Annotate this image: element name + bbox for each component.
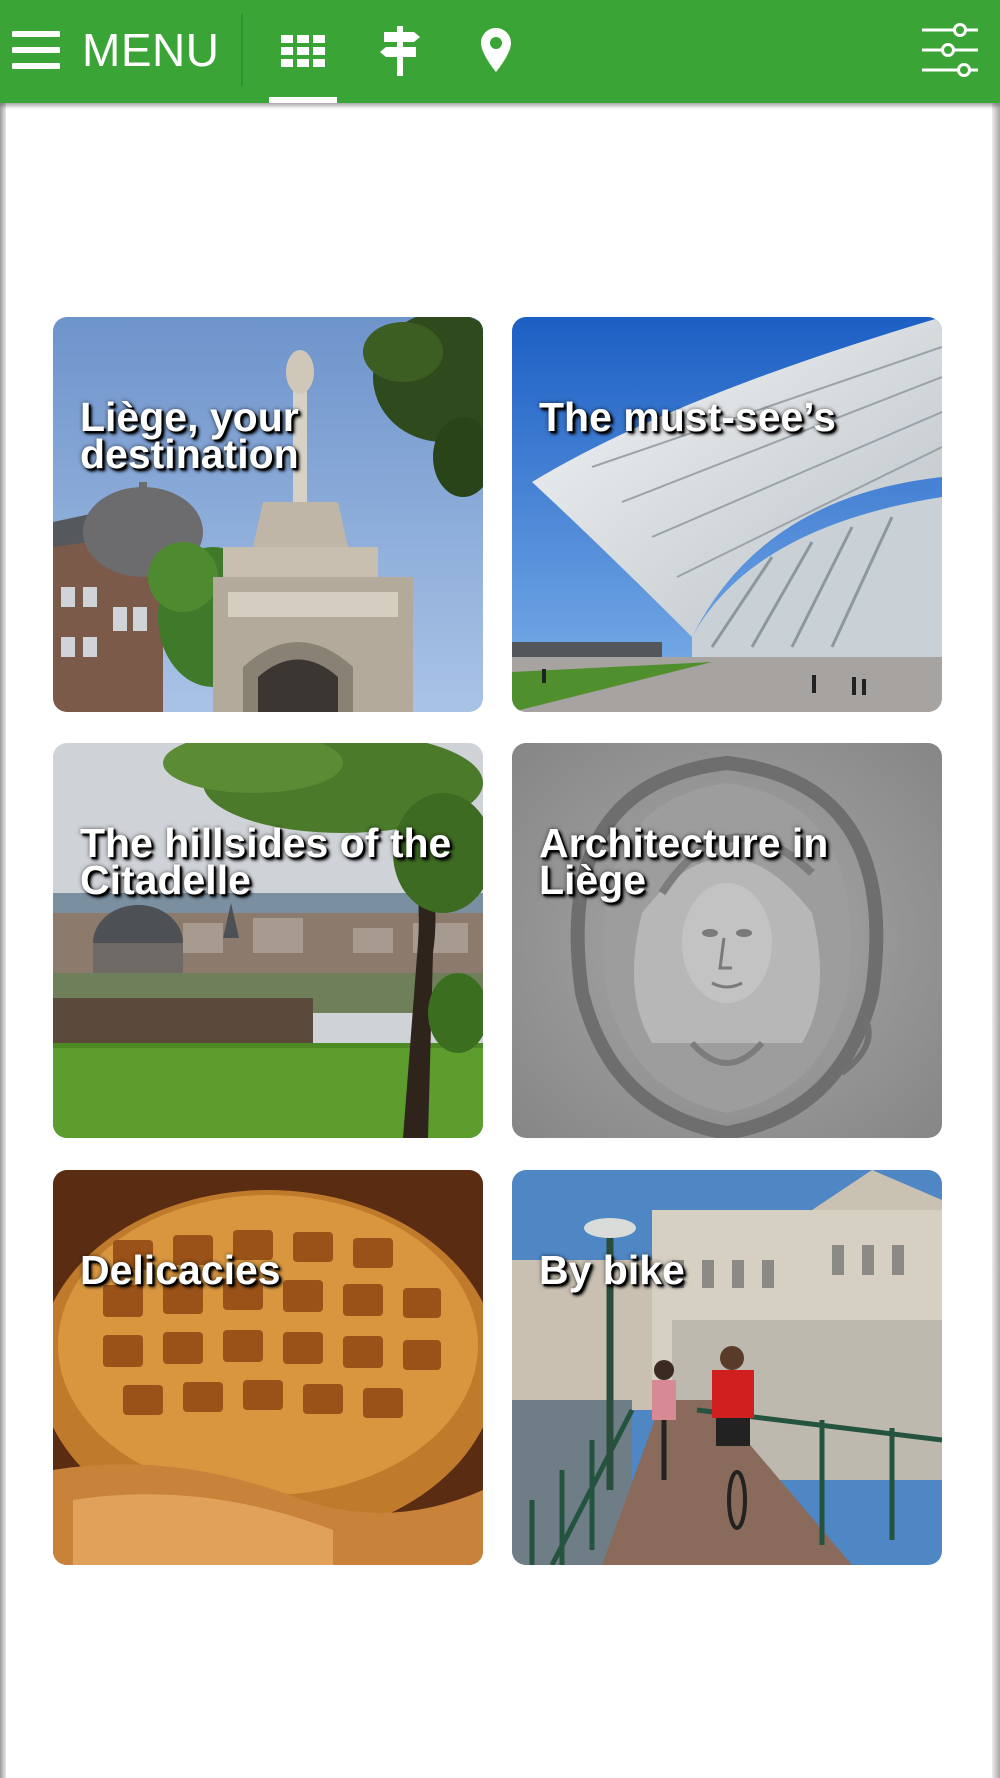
tile-title: By bike (539, 1247, 685, 1293)
filter-button[interactable] (920, 22, 980, 78)
hamburger-icon (12, 31, 60, 69)
tile-title: Delicacies (80, 1247, 281, 1293)
tile-title: Architecture in Liège (539, 820, 829, 903)
scroll-edge-shadow (992, 103, 1000, 1778)
guillemins-station-photo (512, 317, 942, 712)
tile-title: The hillsides of the Citadelle (80, 820, 452, 903)
tile-by-bike[interactable]: By bike (512, 1170, 942, 1565)
perron-monument-photo (53, 317, 483, 712)
tab-grid-view[interactable] (269, 0, 337, 103)
toolbar-divider (241, 14, 243, 86)
tile-architecture[interactable]: Architecture in Liège (512, 743, 942, 1138)
menu-button[interactable]: MENU (0, 0, 238, 100)
drawer-edge-shadow (0, 103, 6, 1778)
riverside-bike-path-photo (512, 1170, 942, 1565)
grid-icon (281, 35, 325, 67)
citadelle-view-photo (53, 743, 483, 1138)
tile-must-sees[interactable]: The must-see’s (512, 317, 942, 712)
tile-citadelle-hillsides[interactable]: The hillsides of the Citadelle (53, 743, 483, 1138)
waffles-photo (53, 1170, 483, 1565)
sliders-icon (922, 23, 978, 77)
signpost-icon (380, 26, 420, 76)
map-pin-icon (481, 28, 511, 72)
tab-routes[interactable] (370, 0, 430, 103)
tile-title: Liège, your destination (80, 394, 299, 477)
art-nouveau-relief-photo (512, 743, 942, 1138)
top-app-bar: MENU (0, 0, 1000, 103)
tile-title: The must-see’s (539, 394, 836, 440)
menu-label: MENU (82, 24, 220, 76)
active-tab-indicator (269, 97, 337, 103)
tile-liege-destination[interactable]: Liège, your destination (53, 317, 483, 712)
tile-delicacies[interactable]: Delicacies (53, 1170, 483, 1565)
tab-map[interactable] (466, 0, 526, 103)
